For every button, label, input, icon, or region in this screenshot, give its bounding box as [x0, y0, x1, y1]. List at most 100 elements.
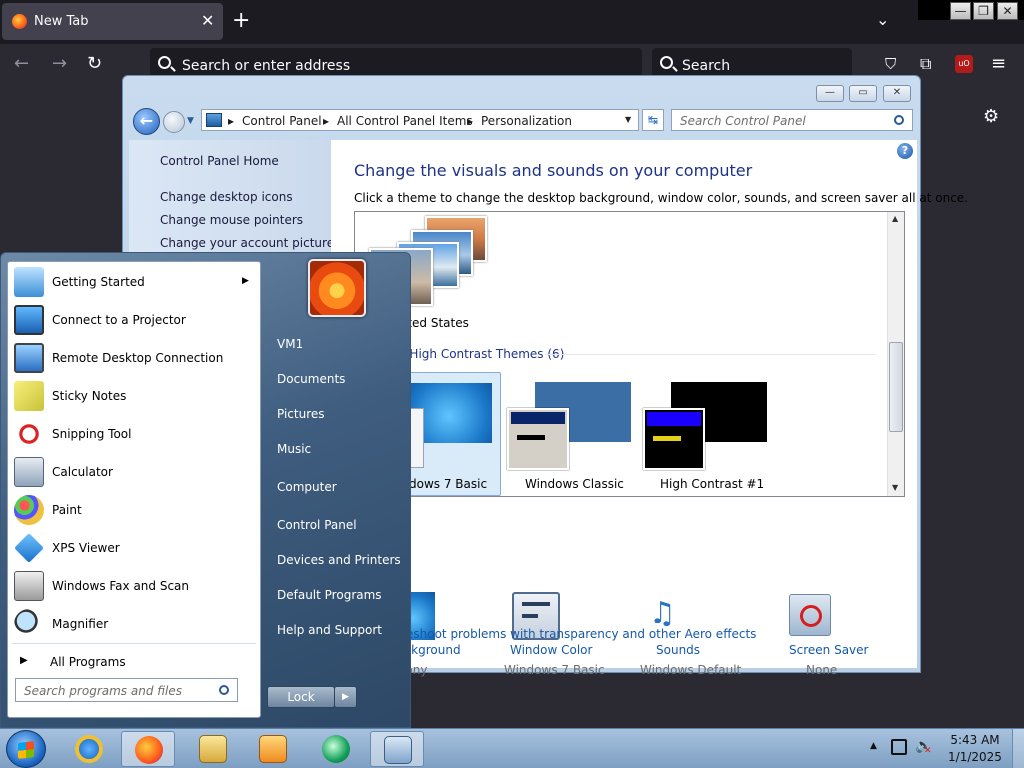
start-item-music[interactable]: Music	[277, 442, 311, 456]
program-connect-projector[interactable]: Connect to a Projector	[8, 302, 260, 338]
ublock-icon[interactable]: uO	[955, 55, 973, 73]
start-item-pictures[interactable]: Pictures	[277, 407, 325, 421]
tab-new-tab[interactable]: New Tab ✕	[2, 3, 223, 40]
scroll-up-icon[interactable]: ▲	[892, 214, 898, 223]
personalization-content: ? Change the visuals and sounds on your …	[331, 140, 968, 677]
start-item-default-programs[interactable]: Default Programs	[277, 588, 382, 602]
start-item-documents[interactable]: Documents	[277, 372, 345, 386]
forward-button[interactable]	[163, 111, 185, 133]
extensions-icon[interactable]: ⧉	[920, 54, 931, 74]
sounds-link[interactable]: Sounds	[656, 643, 700, 657]
close-icon[interactable]: ✕	[883, 85, 911, 102]
taskbar-explorer[interactable]	[186, 731, 240, 767]
history-dropdown-icon[interactable]: ▼	[187, 116, 194, 126]
help-icon[interactable]: ?	[897, 143, 913, 159]
program-calculator[interactable]: Calculator	[8, 454, 260, 490]
forward-arrow-icon[interactable]: →	[52, 54, 67, 74]
breadcrumb-control-panel[interactable]: Control Panel	[242, 114, 322, 128]
window-color-link[interactable]: Window Color	[510, 643, 592, 657]
start-item-user[interactable]: VM1	[277, 337, 303, 351]
new-tab-button[interactable]: +	[232, 8, 250, 34]
theme-label: Windows Classic	[525, 477, 624, 491]
close-icon[interactable]: ✕	[997, 2, 1018, 20]
start-item-devices-printers[interactable]: Devices and Printers	[277, 553, 401, 567]
program-xps-viewer[interactable]: XPS Viewer	[8, 530, 260, 566]
submenu-arrow-icon[interactable]: ▶	[242, 276, 249, 286]
start-menu: Getting Started ▶ Connect to a Projector…	[0, 252, 411, 728]
program-label: Snipping Tool	[52, 427, 132, 441]
troubleshoot-aero-link[interactable]: eshoot problems with transparency and ot…	[406, 627, 756, 641]
refresh-icon[interactable]: ↹	[642, 109, 664, 131]
address-bar[interactable]: ▸ Control Panel ▸ All Control Panel Item…	[201, 109, 639, 131]
maximize-icon[interactable]: ▭	[849, 85, 877, 102]
start-button[interactable]	[6, 730, 46, 768]
address-dropdown-icon[interactable]: ▼	[625, 115, 631, 124]
fax-scan-icon	[14, 571, 44, 601]
breadcrumb-personalization[interactable]: Personalization	[481, 114, 572, 128]
taskbar-media-player[interactable]	[246, 731, 300, 767]
menu-icon[interactable]: ≡	[991, 54, 1006, 74]
program-paint[interactable]: Paint	[8, 492, 260, 528]
sidebar-change-account-picture[interactable]: Change your account picture	[160, 236, 334, 250]
divider	[545, 354, 875, 355]
sidebar-change-mouse-pointers[interactable]: Change mouse pointers	[160, 213, 303, 227]
media-center-icon	[322, 735, 350, 763]
muted-icon: ✕	[924, 746, 932, 756]
back-button[interactable]: ←	[133, 108, 160, 135]
scroll-down-icon[interactable]: ▼	[892, 483, 898, 492]
theme-list-scrollbar[interactable]: ▲ ▼	[887, 212, 904, 496]
taskbar-media-center[interactable]	[309, 731, 363, 767]
sidebar-control-panel-home[interactable]: Control Panel Home	[160, 154, 279, 168]
breadcrumb-all-items[interactable]: All Control Panel Items	[337, 114, 473, 128]
list-all-tabs-button[interactable]: ⌄	[876, 10, 889, 29]
pocket-icon[interactable]: ⛉	[885, 54, 896, 74]
taskbar-internet-explorer[interactable]	[62, 731, 116, 767]
program-label: Connect to a Projector	[52, 313, 186, 327]
tab-close-icon[interactable]: ✕	[201, 11, 214, 30]
start-item-computer[interactable]: Computer	[277, 480, 337, 494]
taskbar-control-panel[interactable]	[370, 731, 424, 767]
breadcrumb-arrow-icon[interactable]: ▸	[228, 114, 234, 128]
page-title: Change the visuals and sounds on your co…	[354, 161, 753, 180]
search-programs-input[interactable]: Search programs and files	[15, 678, 238, 702]
scroll-thumb[interactable]	[889, 342, 903, 432]
breadcrumb-arrow-icon[interactable]: ▸	[323, 114, 329, 128]
taskbar-firefox[interactable]	[121, 731, 175, 767]
minimize-icon[interactable]: —	[950, 2, 971, 20]
program-snipping-tool[interactable]: Snipping Tool	[8, 416, 260, 452]
start-item-help-support[interactable]: Help and Support	[277, 623, 382, 637]
back-arrow-icon[interactable]: ←	[14, 54, 29, 74]
lock-button[interactable]: Lock	[267, 686, 335, 708]
reload-icon[interactable]: ↻	[87, 54, 102, 74]
show-hidden-icons-icon[interactable]: ▲	[870, 741, 877, 751]
program-getting-started[interactable]: Getting Started ▶	[8, 264, 260, 300]
show-desktop-button[interactable]	[1012, 729, 1024, 768]
minimize-icon[interactable]: —	[816, 85, 844, 102]
clock-date[interactable]: 1/1/2025	[948, 750, 1002, 764]
start-item-control-panel[interactable]: Control Panel	[277, 518, 357, 532]
program-label: XPS Viewer	[52, 541, 120, 555]
gear-icon[interactable]: ⚙	[983, 106, 999, 127]
search-control-panel-input[interactable]: Search Control Panel	[671, 109, 913, 131]
breadcrumb-arrow-icon[interactable]: ▸	[467, 114, 473, 128]
clock-time[interactable]: 5:43 AM	[948, 733, 1002, 747]
screen-saver-icon[interactable]	[789, 594, 831, 636]
theme-label: ited States	[404, 316, 469, 330]
program-remote-desktop[interactable]: Remote Desktop Connection	[8, 340, 260, 376]
control-panel-icon	[384, 736, 412, 764]
snipping-tool-icon	[14, 419, 44, 449]
shutdown-options-icon[interactable]: ▶	[334, 686, 357, 708]
program-sticky-notes[interactable]: Sticky Notes	[8, 378, 260, 414]
sidebar-change-desktop-icons[interactable]: Change desktop icons	[160, 190, 293, 204]
theme-window-preview	[507, 408, 569, 470]
search-icon	[894, 115, 904, 125]
theme-label: dows 7 Basic	[409, 477, 488, 491]
user-avatar[interactable]	[308, 259, 366, 317]
theme-list[interactable]: ited States d High Contrast Themes (6) d…	[354, 211, 905, 497]
screen-saver-link[interactable]: Screen Saver	[789, 643, 868, 657]
restore-icon[interactable]: ❐	[973, 2, 994, 20]
program-fax-scan[interactable]: Windows Fax and Scan	[8, 568, 260, 604]
network-icon[interactable]	[891, 739, 907, 755]
program-magnifier[interactable]: Magnifier	[8, 606, 260, 642]
all-programs-button[interactable]: ▶ All Programs	[8, 648, 260, 676]
